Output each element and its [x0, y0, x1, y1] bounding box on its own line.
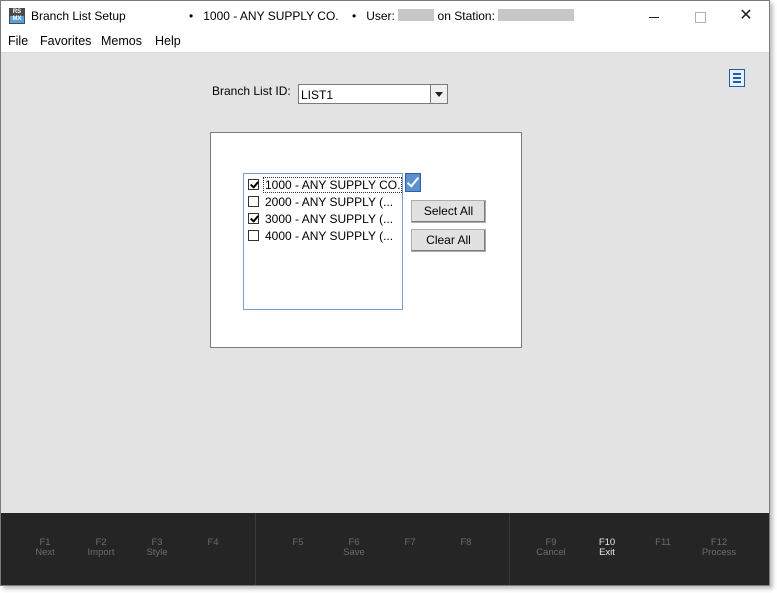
station-redacted [498, 9, 575, 21]
fkey-f8[interactable]: F8 [438, 538, 494, 548]
branch-checkbox[interactable] [248, 196, 259, 207]
fkey-f7[interactable]: F7 [382, 538, 438, 548]
title-bullet-2: • [351, 9, 357, 23]
branch-item-label: 3000 - ANY SUPPLY (... [265, 212, 394, 226]
branch-checkbox[interactable] [248, 213, 259, 224]
fkey-f2[interactable]: F2 Import [73, 538, 129, 558]
fkey-f12[interactable]: F12 Process [691, 538, 747, 558]
branch-checklist[interactable]: 1000 - ANY SUPPLY CO. 2000 - ANY SUPPLY … [243, 173, 403, 310]
app-logo-icon: RS MX [9, 8, 25, 24]
minimize-icon [649, 16, 659, 18]
fkey-code: F4 [207, 537, 219, 548]
fkey-f10[interactable]: F10 Exit [579, 538, 635, 558]
minimize-button[interactable] [631, 1, 677, 32]
title-context: • 1000 - ANY SUPPLY CO. • User: on Stati… [189, 9, 575, 23]
company-name: 1000 - ANY SUPPLY CO. [203, 9, 339, 23]
function-key-bar: F1 Next F2 Import F3 Style F4 F5 F6 Save… [1, 513, 769, 585]
fkey-f9[interactable]: F9 Cancel [523, 538, 579, 558]
menu-memos[interactable]: Memos [101, 34, 142, 48]
clear-all-button[interactable]: Clear All [411, 229, 486, 252]
menu-bar: File Favorites Memos Help [1, 32, 769, 53]
maximize-button[interactable] [677, 1, 723, 32]
fkey-code: F11 [655, 537, 671, 548]
title-bullet: • [189, 9, 194, 23]
user-label: User: [366, 9, 395, 23]
fkey-f5[interactable]: F5 [270, 538, 326, 548]
fkey-label: Next [35, 547, 55, 558]
chevron-down-icon[interactable] [430, 85, 447, 103]
maximize-icon [694, 11, 706, 23]
fkey-f11[interactable]: F11 [635, 538, 691, 548]
fkey-f1[interactable]: F1 Next [17, 538, 73, 558]
branch-list-id-label: Branch List ID: [212, 84, 291, 98]
fkey-f3[interactable]: F3 Style [129, 538, 185, 558]
window-title: Branch List Setup [31, 9, 126, 23]
app-window: RS MX Branch List Setup • 1000 - ANY SUPP… [0, 0, 770, 586]
footer-divider [509, 513, 510, 585]
hamburger-menu-icon[interactable] [729, 69, 745, 87]
branch-checkbox[interactable] [248, 179, 259, 190]
station-label: on Station: [437, 9, 495, 23]
fkey-code: F8 [460, 537, 472, 548]
branch-item-label: 2000 - ANY SUPPLY (... [265, 195, 394, 209]
branch-item-label: 4000 - ANY SUPPLY (... [265, 229, 394, 243]
fkey-label: Style [146, 547, 168, 558]
fkey-code: F7 [404, 537, 416, 548]
footer-divider [255, 513, 256, 585]
user-redacted [398, 9, 435, 21]
fkey-label: Cancel [536, 547, 566, 558]
branch-list-id-value: LIST1 [301, 88, 334, 102]
close-icon: ✕ [739, 7, 753, 24]
select-all-button[interactable]: Select All [411, 200, 486, 223]
fkey-f4[interactable]: F4 [185, 538, 241, 548]
title-bar: RS MX Branch List Setup • 1000 - ANY SUPP… [1, 1, 769, 32]
close-button[interactable]: ✕ [723, 1, 769, 32]
branch-checkbox[interactable] [248, 230, 259, 241]
menu-file[interactable]: File [8, 34, 28, 48]
checkmark-icon[interactable] [405, 173, 421, 192]
fkey-code: F5 [292, 537, 304, 548]
branch-list-id-combo[interactable]: LIST1 [298, 84, 448, 104]
fkey-label: Exit [599, 547, 615, 558]
fkey-label: Save [343, 547, 365, 558]
fkey-f6[interactable]: F6 Save [326, 538, 382, 558]
menu-favorites[interactable]: Favorites [40, 34, 91, 48]
fkey-label: Process [701, 547, 737, 558]
fkey-label: Import [87, 547, 115, 558]
branch-item-label: 1000 - ANY SUPPLY CO. [262, 177, 403, 193]
menu-help[interactable]: Help [155, 34, 181, 48]
